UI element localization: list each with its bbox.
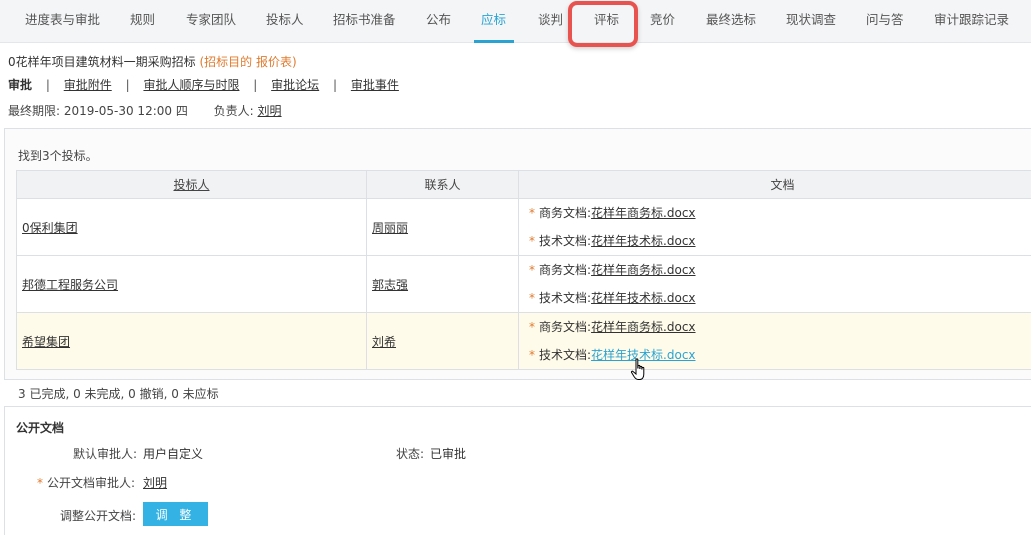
contact-cell: 周丽丽	[366, 198, 519, 256]
hand-pointer-cursor-icon	[630, 358, 645, 380]
tab-rules[interactable]: 规则	[130, 0, 155, 42]
tab-audit-trail[interactable]: 审计跟踪记录	[934, 0, 1009, 42]
evaluation-tab-highlight	[568, 1, 638, 47]
contact-link[interactable]: 刘希	[372, 335, 396, 349]
bidder-cell: 0保利集团	[16, 198, 367, 256]
subnav-separator: |	[45, 78, 50, 92]
default-approver-label: 默认审批人:	[73, 447, 138, 461]
subnav-separator: |	[125, 78, 130, 92]
documents-cell: * 商务文档:花样年商务标.docx * 技术文档:花样年技术标.docx	[518, 198, 1031, 256]
subnav-approver-order[interactable]: 审批人顺序与时限	[143, 78, 239, 92]
doc-file-link[interactable]: 花样年技术标.docx	[591, 291, 695, 305]
subnav-approval-events[interactable]: 审批事件	[351, 78, 399, 92]
doc-type-label: 技术文档:	[539, 291, 592, 305]
deadline-value: 2019-05-30 12:00 四	[63, 104, 188, 118]
doc-file-link[interactable]: 花样年商务标.docx	[591, 263, 695, 277]
required-star-icon: *	[37, 476, 43, 490]
project-title: 0花样年项目建筑材料一期采购招标 (招标目的 报价表)	[8, 53, 297, 70]
project-purpose-tag: (招标目的 报价表)	[199, 55, 297, 69]
contact-link[interactable]: 周丽丽	[372, 221, 408, 235]
doc-file-link[interactable]: 花样年商务标.docx	[591, 320, 695, 334]
doc-type-label: 商务文档:	[539, 206, 592, 220]
tab-bidders[interactable]: 投标人	[266, 0, 304, 42]
table-row: 邦德工程服务公司 郭志强 * 商务文档:花样年商务标.docx * 技术文档:花样年…	[16, 255, 1031, 313]
bidder-link[interactable]: 0保利集团	[22, 221, 78, 235]
tab-schedule-approval[interactable]: 进度表与审批	[25, 0, 100, 42]
bids-summary: 3 已完成, 0 未完成, 0 撤销, 0 未应标	[18, 387, 219, 401]
contact-link[interactable]: 郭志强	[372, 278, 408, 292]
doc-type-label: 技术文档:	[539, 348, 592, 362]
bids-table: 投标人 联系人 文档 0保利集团 周丽丽 * 商务文档:花样年商务标.docx *…	[16, 170, 1031, 370]
bids-found-text: 找到3个投标。	[18, 149, 98, 163]
public-docs-title: 公开文档	[16, 421, 65, 435]
contact-cell: 郭志强	[366, 255, 519, 313]
required-star-icon: *	[529, 348, 535, 362]
top-tab-bar: 进度表与审批 规则 专家团队 投标人 招标书准备 公布 应标 谈判 评标 竞价 …	[0, 0, 1031, 43]
approval-subnav: 审批 | 审批附件 | 审批人顺序与时限 | 审批论坛 | 审批事件	[8, 76, 399, 93]
public-approver-link[interactable]: 刘明	[143, 474, 167, 491]
tab-bid-response[interactable]: 应标	[481, 0, 506, 42]
adjust-button[interactable]: 调 整	[143, 502, 208, 526]
tab-auction[interactable]: 竞价	[650, 0, 675, 42]
table-header-row: 投标人 联系人 文档	[16, 170, 1031, 199]
bidder-cell: 邦德工程服务公司	[16, 255, 367, 313]
tab-expert-team[interactable]: 专家团队	[186, 0, 236, 42]
column-header-contact: 联系人	[366, 170, 519, 199]
default-approver-value: 用户自定义	[143, 447, 204, 461]
bidder-cell: 希望集团	[16, 312, 367, 370]
column-header-bidder[interactable]: 投标人	[16, 170, 367, 199]
owner-label: 负责人:	[213, 104, 254, 118]
subnav-separator: |	[333, 78, 338, 92]
column-header-documents: 文档	[518, 170, 1031, 199]
status-value: 已审批	[430, 447, 467, 461]
public-approver-label: * 公开文档审批人:	[37, 476, 136, 490]
deadline-row: 最终期限: 2019-05-30 12:00 四 负责人: 刘明	[8, 102, 282, 119]
project-name: 0花样年项目建筑材料一期采购招标	[8, 55, 196, 69]
tab-qa[interactable]: 问与答	[866, 0, 904, 42]
owner-link[interactable]: 刘明	[258, 104, 282, 118]
required-star-icon: *	[529, 206, 535, 220]
doc-file-link[interactable]: 花样年商务标.docx	[591, 206, 695, 220]
required-star-icon: *	[529, 234, 535, 248]
documents-cell: * 商务文档:花样年商务标.docx * 技术文档:花样年技术标.docx	[518, 255, 1031, 313]
tab-status-survey[interactable]: 现状调查	[786, 0, 836, 42]
tab-negotiation[interactable]: 谈判	[538, 0, 563, 42]
subnav-approval[interactable]: 审批	[8, 78, 32, 92]
subnav-approval-attachments[interactable]: 审批附件	[64, 78, 112, 92]
adjust-public-docs-label: 调整公开文档:	[60, 509, 137, 523]
required-star-icon: *	[529, 291, 535, 305]
table-row: 希望集团 刘希 * 商务文档:花样年商务标.docx * 技术文档:花样年技术标.d…	[16, 312, 1031, 370]
tab-publish[interactable]: 公布	[426, 0, 451, 42]
bidder-link[interactable]: 邦德工程服务公司	[22, 278, 118, 292]
status-label: 状态:	[396, 447, 425, 461]
tab-tender-prep[interactable]: 招标书准备	[333, 0, 396, 42]
doc-type-label: 技术文档:	[539, 234, 592, 248]
doc-file-link[interactable]: 花样年技术标.docx	[591, 234, 695, 248]
doc-type-label: 商务文档:	[539, 263, 592, 277]
bidder-link[interactable]: 希望集团	[22, 335, 70, 349]
doc-type-label: 商务文档:	[539, 320, 592, 334]
required-star-icon: *	[529, 320, 535, 334]
contact-cell: 刘希	[366, 312, 519, 370]
required-star-icon: *	[529, 263, 535, 277]
tab-final-selection[interactable]: 最终选标	[706, 0, 756, 42]
active-tab-indicator	[474, 40, 514, 43]
subnav-separator: |	[253, 78, 258, 92]
deadline-label: 最终期限:	[8, 104, 61, 118]
subnav-approval-forum[interactable]: 审批论坛	[271, 78, 319, 92]
table-row: 0保利集团 周丽丽 * 商务文档:花样年商务标.docx * 技术文档:花样年技术标…	[16, 198, 1031, 256]
documents-cell: * 商务文档:花样年商务标.docx * 技术文档:花样年技术标.docx	[518, 312, 1031, 370]
page: 进度表与审批 规则 专家团队 投标人 招标书准备 公布 应标 谈判 评标 竞价 …	[0, 0, 1031, 535]
